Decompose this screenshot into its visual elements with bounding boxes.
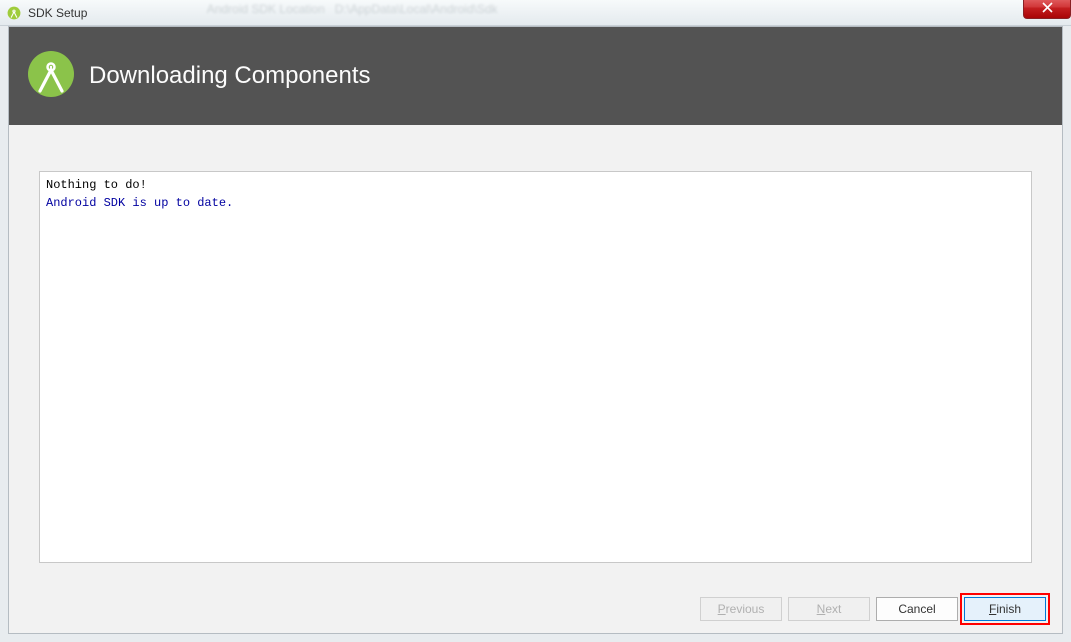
cancel-button[interactable]: Cancel [876,597,958,621]
close-button[interactable] [1023,0,1071,19]
android-studio-logo-icon [27,50,75,103]
dialog-body: Downloading Components Nothing to do! An… [8,26,1063,634]
titlebar: SDK Setup Android SDK Location D:\AppDat… [0,0,1071,26]
page-title: Downloading Components [89,62,371,90]
background-blur-text: Android SDK Location D:\AppData\Local\An… [90,2,498,16]
console-output[interactable]: Nothing to do! Android SDK is up to date… [39,171,1032,563]
finish-button[interactable]: Finish [964,597,1046,621]
android-studio-icon [6,5,22,21]
previous-button: Previous [700,597,782,621]
button-row: Previous Next Cancel Finish [700,597,1046,621]
header-banner: Downloading Components [9,27,1062,125]
console-line: Nothing to do! [46,176,1025,194]
console-line: Android SDK is up to date. [46,194,1025,212]
window-title: SDK Setup [28,6,87,20]
next-button: Next [788,597,870,621]
content-area: Nothing to do! Android SDK is up to date… [9,125,1062,563]
